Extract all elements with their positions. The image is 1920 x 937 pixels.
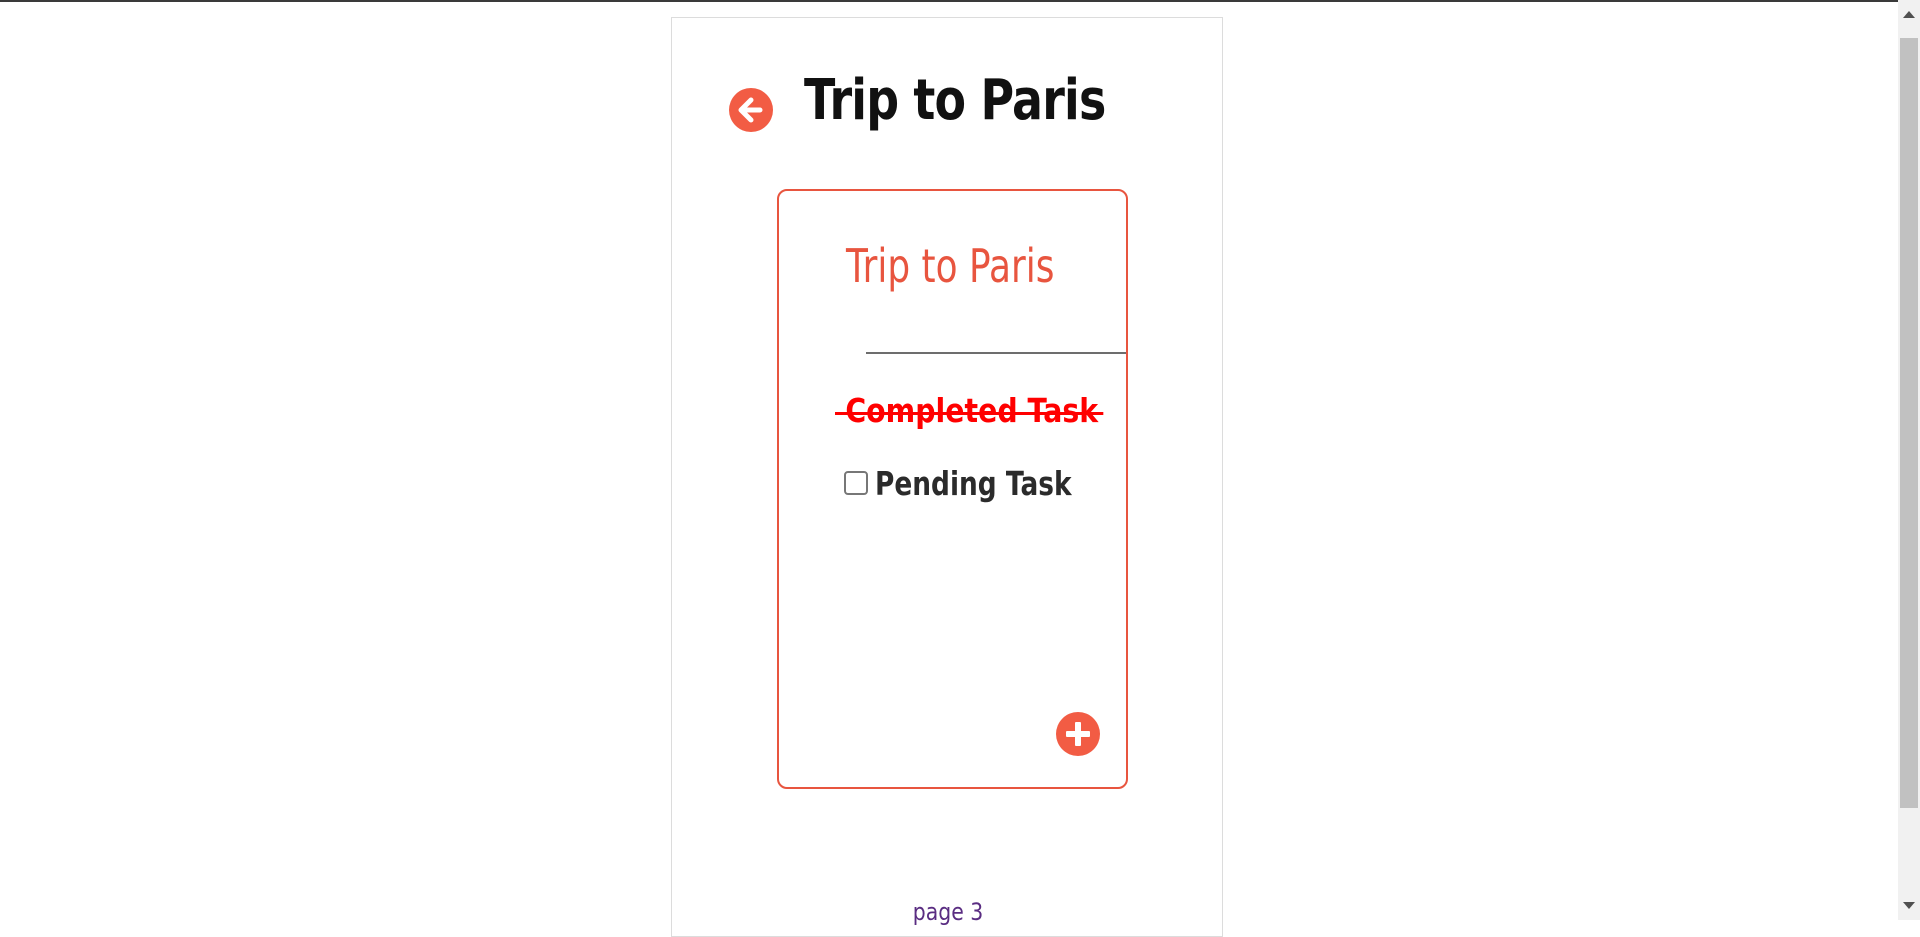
- card-divider: [866, 352, 1126, 354]
- task-checkbox[interactable]: [844, 471, 868, 495]
- page-panel: Trip to Paris Trip to Paris Completed Ta…: [671, 17, 1223, 937]
- window-top-edge: [0, 0, 1920, 2]
- back-button[interactable]: [729, 88, 773, 132]
- scrollbar-thumb[interactable]: [1900, 38, 1918, 808]
- plus-circle-icon: [1066, 722, 1090, 746]
- add-task-button[interactable]: [1056, 712, 1100, 756]
- strikethrough-line: [835, 412, 1104, 416]
- task-label: Completed Task: [845, 391, 1099, 430]
- arrow-left-circle-icon: [738, 97, 763, 123]
- page-title: Trip to Paris: [804, 68, 1106, 133]
- task-list-card: Trip to Paris Completed Task Pending Tas…: [777, 189, 1128, 789]
- card-title: Trip to Paris: [846, 239, 1055, 293]
- arrow-up-icon: [1903, 11, 1915, 18]
- scroll-down-button[interactable]: [1898, 890, 1920, 920]
- task-item-completed[interactable]: Completed Task: [835, 391, 1104, 430]
- scroll-up-button[interactable]: [1898, 0, 1920, 30]
- arrow-down-icon: [1903, 902, 1915, 909]
- task-label[interactable]: Pending Task: [875, 464, 1072, 503]
- page-indicator: page 3: [912, 898, 984, 926]
- vertical-scrollbar[interactable]: [1898, 0, 1920, 920]
